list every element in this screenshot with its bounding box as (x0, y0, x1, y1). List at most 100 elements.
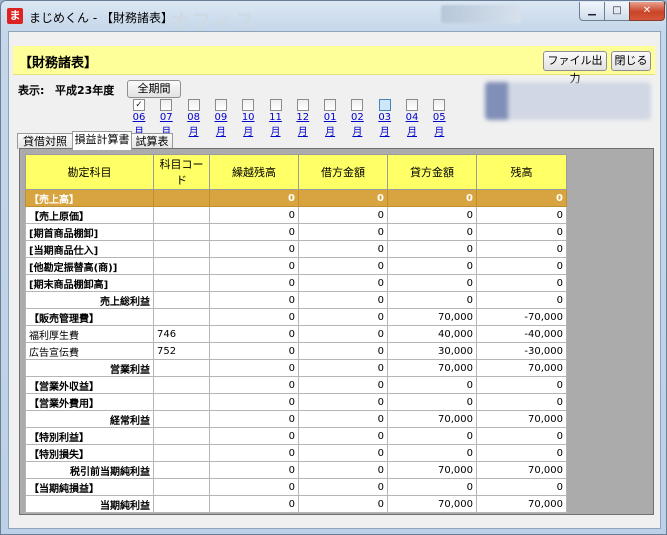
month-checkbox[interactable] (351, 99, 364, 111)
table-row[interactable]: 営業利益 0 0 70,000 70,000 (25, 359, 567, 377)
month-checkbox[interactable]: ✓ (133, 99, 145, 111)
balance-cell[interactable]: 70,000 (476, 461, 567, 479)
table-row[interactable]: 経常利益 0 0 70,000 70,000 (25, 410, 567, 428)
month-label[interactable]: 03月 (374, 112, 396, 138)
table-row[interactable]: 【営業外費用】 0 0 0 0 (25, 393, 567, 411)
account-name-cell[interactable]: 【営業外収益】 (25, 376, 154, 394)
account-code-cell[interactable] (153, 274, 210, 292)
debit-cell[interactable]: 0 (298, 291, 388, 309)
month-option[interactable]: 02月 (346, 99, 368, 138)
account-name-cell[interactable]: 当期純利益 (25, 495, 154, 513)
month-label[interactable]: 04月 (401, 112, 423, 138)
debit-cell[interactable]: 0 (298, 376, 388, 394)
balance-cell[interactable]: 0 (476, 376, 567, 394)
table-row[interactable]: [期首商品棚卸] 0 0 0 0 (25, 223, 567, 241)
account-code-cell[interactable] (153, 427, 210, 445)
credit-cell[interactable]: 0 (387, 257, 477, 275)
account-code-cell[interactable] (153, 393, 210, 411)
table-row[interactable]: 【当期純損益】 0 0 0 0 (25, 478, 567, 496)
account-name-cell[interactable]: 広告宣伝費 (25, 342, 154, 360)
account-code-cell[interactable]: 746 (153, 325, 210, 343)
carryover-cell[interactable]: 0 (209, 393, 299, 411)
month-label[interactable]: 02月 (346, 112, 368, 138)
debit-cell[interactable]: 0 (298, 342, 388, 360)
carryover-cell[interactable]: 0 (209, 291, 299, 309)
credit-cell[interactable]: 70,000 (387, 461, 477, 479)
debit-cell[interactable]: 0 (298, 189, 388, 207)
month-option[interactable]: 03月 (374, 99, 396, 138)
balance-cell[interactable]: 0 (476, 257, 567, 275)
credit-cell[interactable]: 70,000 (387, 359, 477, 377)
debit-cell[interactable]: 0 (298, 444, 388, 462)
month-option[interactable]: 11月 (265, 99, 287, 138)
debit-cell[interactable]: 0 (298, 325, 388, 343)
table-row[interactable]: 【売上高】 0 0 0 0 (25, 189, 567, 207)
account-code-cell[interactable] (153, 291, 210, 309)
table-row[interactable]: 福利厚生費 746 0 0 40,000 -40,000 (25, 325, 567, 343)
debit-cell[interactable]: 0 (298, 359, 388, 377)
carryover-cell[interactable]: 0 (209, 257, 299, 275)
debit-cell[interactable]: 0 (298, 257, 388, 275)
balance-cell[interactable]: 0 (476, 427, 567, 445)
table-row[interactable]: 税引前当期純利益 0 0 70,000 70,000 (25, 461, 567, 479)
account-code-cell[interactable] (153, 495, 210, 513)
balance-cell[interactable]: 70,000 (476, 495, 567, 513)
column-header-credit[interactable]: 貸方金額 (387, 154, 477, 190)
column-header-balance[interactable]: 残高 (476, 154, 567, 190)
carryover-cell[interactable]: 0 (209, 410, 299, 428)
month-label[interactable]: 12月 (292, 112, 314, 138)
account-code-cell[interactable] (153, 444, 210, 462)
credit-cell[interactable]: 0 (387, 478, 477, 496)
month-option[interactable]: 08月 (183, 99, 205, 138)
table-row[interactable]: 【売上原価】 0 0 0 0 (25, 206, 567, 224)
account-name-cell[interactable]: 【特別損失】 (25, 444, 154, 462)
debit-cell[interactable]: 0 (298, 223, 388, 241)
month-label[interactable]: 08月 (183, 112, 205, 138)
debit-cell[interactable]: 0 (298, 427, 388, 445)
account-code-cell[interactable] (153, 410, 210, 428)
carryover-cell[interactable]: 0 (209, 206, 299, 224)
account-code-cell[interactable] (153, 223, 210, 241)
maximize-button[interactable]: □ (604, 2, 630, 21)
credit-cell[interactable]: 0 (387, 291, 477, 309)
account-name-cell[interactable]: 【営業外費用】 (25, 393, 154, 411)
account-name-cell[interactable]: 【売上高】 (25, 189, 154, 207)
month-label[interactable]: 11月 (265, 112, 287, 138)
month-checkbox[interactable] (187, 99, 200, 111)
account-code-cell[interactable] (153, 376, 210, 394)
carryover-cell[interactable]: 0 (209, 376, 299, 394)
carryover-cell[interactable]: 0 (209, 427, 299, 445)
month-checkbox[interactable] (433, 99, 446, 111)
balance-cell[interactable]: 0 (476, 240, 567, 258)
balance-cell[interactable]: 0 (476, 189, 567, 207)
month-label[interactable]: 10月 (237, 112, 259, 138)
account-code-cell[interactable] (153, 189, 210, 207)
debit-cell[interactable]: 0 (298, 240, 388, 258)
table-row[interactable]: 【営業外収益】 0 0 0 0 (25, 376, 567, 394)
month-checkbox[interactable] (296, 99, 309, 111)
account-name-cell[interactable]: 【販売管理費】 (25, 308, 154, 326)
table-row[interactable]: 当期純利益 0 0 70,000 70,000 (25, 495, 567, 513)
tab-balance-sheet[interactable]: 貸借対照表 (17, 133, 73, 163)
account-name-cell[interactable]: 福利厚生費 (25, 325, 154, 343)
carryover-cell[interactable]: 0 (209, 274, 299, 292)
month-checkbox[interactable] (378, 99, 391, 111)
account-name-cell[interactable]: [当期商品仕入] (25, 240, 154, 258)
credit-cell[interactable]: 0 (387, 393, 477, 411)
credit-cell[interactable]: 70,000 (387, 410, 477, 428)
month-option[interactable]: 01月 (319, 99, 341, 138)
credit-cell[interactable]: 0 (387, 223, 477, 241)
month-checkbox[interactable] (324, 99, 337, 111)
column-header-code[interactable]: 科目コード (153, 154, 210, 190)
close-button[interactable]: 閉じる (611, 51, 651, 71)
account-name-cell[interactable]: 売上総利益 (25, 291, 154, 309)
account-name-cell[interactable]: 税引前当期純利益 (25, 461, 154, 479)
debit-cell[interactable]: 0 (298, 410, 388, 428)
carryover-cell[interactable]: 0 (209, 308, 299, 326)
credit-cell[interactable]: 0 (387, 274, 477, 292)
tab-trial-balance[interactable]: 試算表 (131, 133, 173, 149)
all-period-button[interactable]: 全期間 (127, 80, 181, 98)
title-bar[interactable]: ま まじめくん - 【財務諸表】 オフィス ▁ □ ✕ (1, 1, 666, 33)
account-name-cell[interactable]: [期首商品棚卸] (25, 223, 154, 241)
balance-cell[interactable]: -40,000 (476, 325, 567, 343)
